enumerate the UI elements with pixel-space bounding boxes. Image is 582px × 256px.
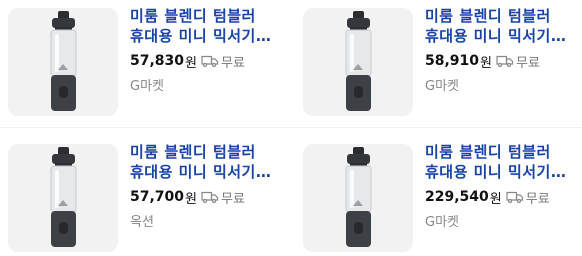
product-title-link[interactable]: 미룸 블렌디 텀블러 휴대용 미니 믹서기 충전식 <box>130 6 288 46</box>
shipping-label: 무료 <box>525 191 550 207</box>
shipping-label: 무료 <box>221 191 245 207</box>
seller-name: G마켓 <box>130 79 164 94</box>
truck-icon <box>506 191 523 203</box>
currency-unit: 원 <box>480 55 492 71</box>
seller-name: G마켓 <box>425 215 459 230</box>
shipping-label: 무료 <box>516 55 540 71</box>
product-card[interactable]: 미룸 블렌디 텀블러 휴대용 미니 믹서기 충전식 229,540 원 무료 G… <box>295 136 582 256</box>
blender-bottle-image <box>50 147 77 247</box>
product-info: 미룸 블렌디 텀블러 휴대용 미니 믹서기 충전식 229,540 원 무료 G… <box>425 142 582 230</box>
product-card[interactable]: 미룸 블렌디 텀블러 휴대용 미니 믹서기 충전식 58,910 원 무료 G마… <box>295 0 582 128</box>
product-thumbnail[interactable] <box>8 144 118 252</box>
currency-unit: 원 <box>185 55 197 71</box>
blender-bottle-image <box>345 11 372 111</box>
price-row: 57,830 원 무료 <box>130 51 288 71</box>
blender-bottle-image <box>345 147 372 247</box>
product-thumbnail[interactable] <box>8 8 118 116</box>
truck-icon <box>496 55 514 67</box>
price-row: 58,910 원 무료 <box>425 51 582 71</box>
truck-icon <box>201 191 219 203</box>
product-card[interactable]: 미룸 블렌디 텀블러 휴대용 미니 믹서기 충전식 57,830 원 무료 G마… <box>0 0 291 128</box>
product-grid: 미룸 블렌디 텀블러 휴대용 미니 믹서기 충전식 57,830 원 무료 G마… <box>0 0 582 256</box>
product-thumbnail[interactable] <box>303 8 413 116</box>
price-value: 229,540 <box>425 189 489 205</box>
seller-name: 옥션 <box>130 215 154 230</box>
product-card[interactable]: 미룸 블렌디 텀블러 휴대용 미니 믹서기 충전식 57,700 원 무료 옥션 <box>0 136 291 256</box>
shipping-info: 무료 <box>496 52 540 71</box>
shipping-info: 무료 <box>201 52 245 71</box>
truck-icon <box>201 55 219 67</box>
price-value: 58,910 <box>425 53 480 69</box>
price-value: 57,830 <box>130 53 185 69</box>
currency-unit: 원 <box>489 191 502 207</box>
product-info: 미룸 블렌디 텀블러 휴대용 미니 믹서기 충전식 58,910 원 무료 G마… <box>425 6 582 94</box>
shipping-label: 무료 <box>221 55 245 71</box>
shipping-info: 무료 <box>506 188 550 207</box>
seller-name: G마켓 <box>425 79 459 94</box>
product-thumbnail[interactable] <box>303 144 413 252</box>
blender-bottle-image <box>50 11 77 111</box>
price-value: 57,700 <box>130 189 185 205</box>
product-title-link[interactable]: 미룸 블렌디 텀블러 휴대용 미니 믹서기 충전식 <box>425 6 582 46</box>
product-info: 미룸 블렌디 텀블러 휴대용 미니 믹서기 충전식 57,830 원 무료 G마… <box>130 6 288 94</box>
product-title-link[interactable]: 미룸 블렌디 텀블러 휴대용 미니 믹서기 충전식 <box>425 142 582 182</box>
price-row: 57,700 원 무료 <box>130 187 288 207</box>
price-row: 229,540 원 무료 <box>425 187 582 207</box>
product-info: 미룸 블렌디 텀블러 휴대용 미니 믹서기 충전식 57,700 원 무료 옥션 <box>130 142 288 230</box>
currency-unit: 원 <box>185 191 197 207</box>
product-title-link[interactable]: 미룸 블렌디 텀블러 휴대용 미니 믹서기 충전식 <box>130 142 288 182</box>
shipping-info: 무료 <box>201 188 245 207</box>
